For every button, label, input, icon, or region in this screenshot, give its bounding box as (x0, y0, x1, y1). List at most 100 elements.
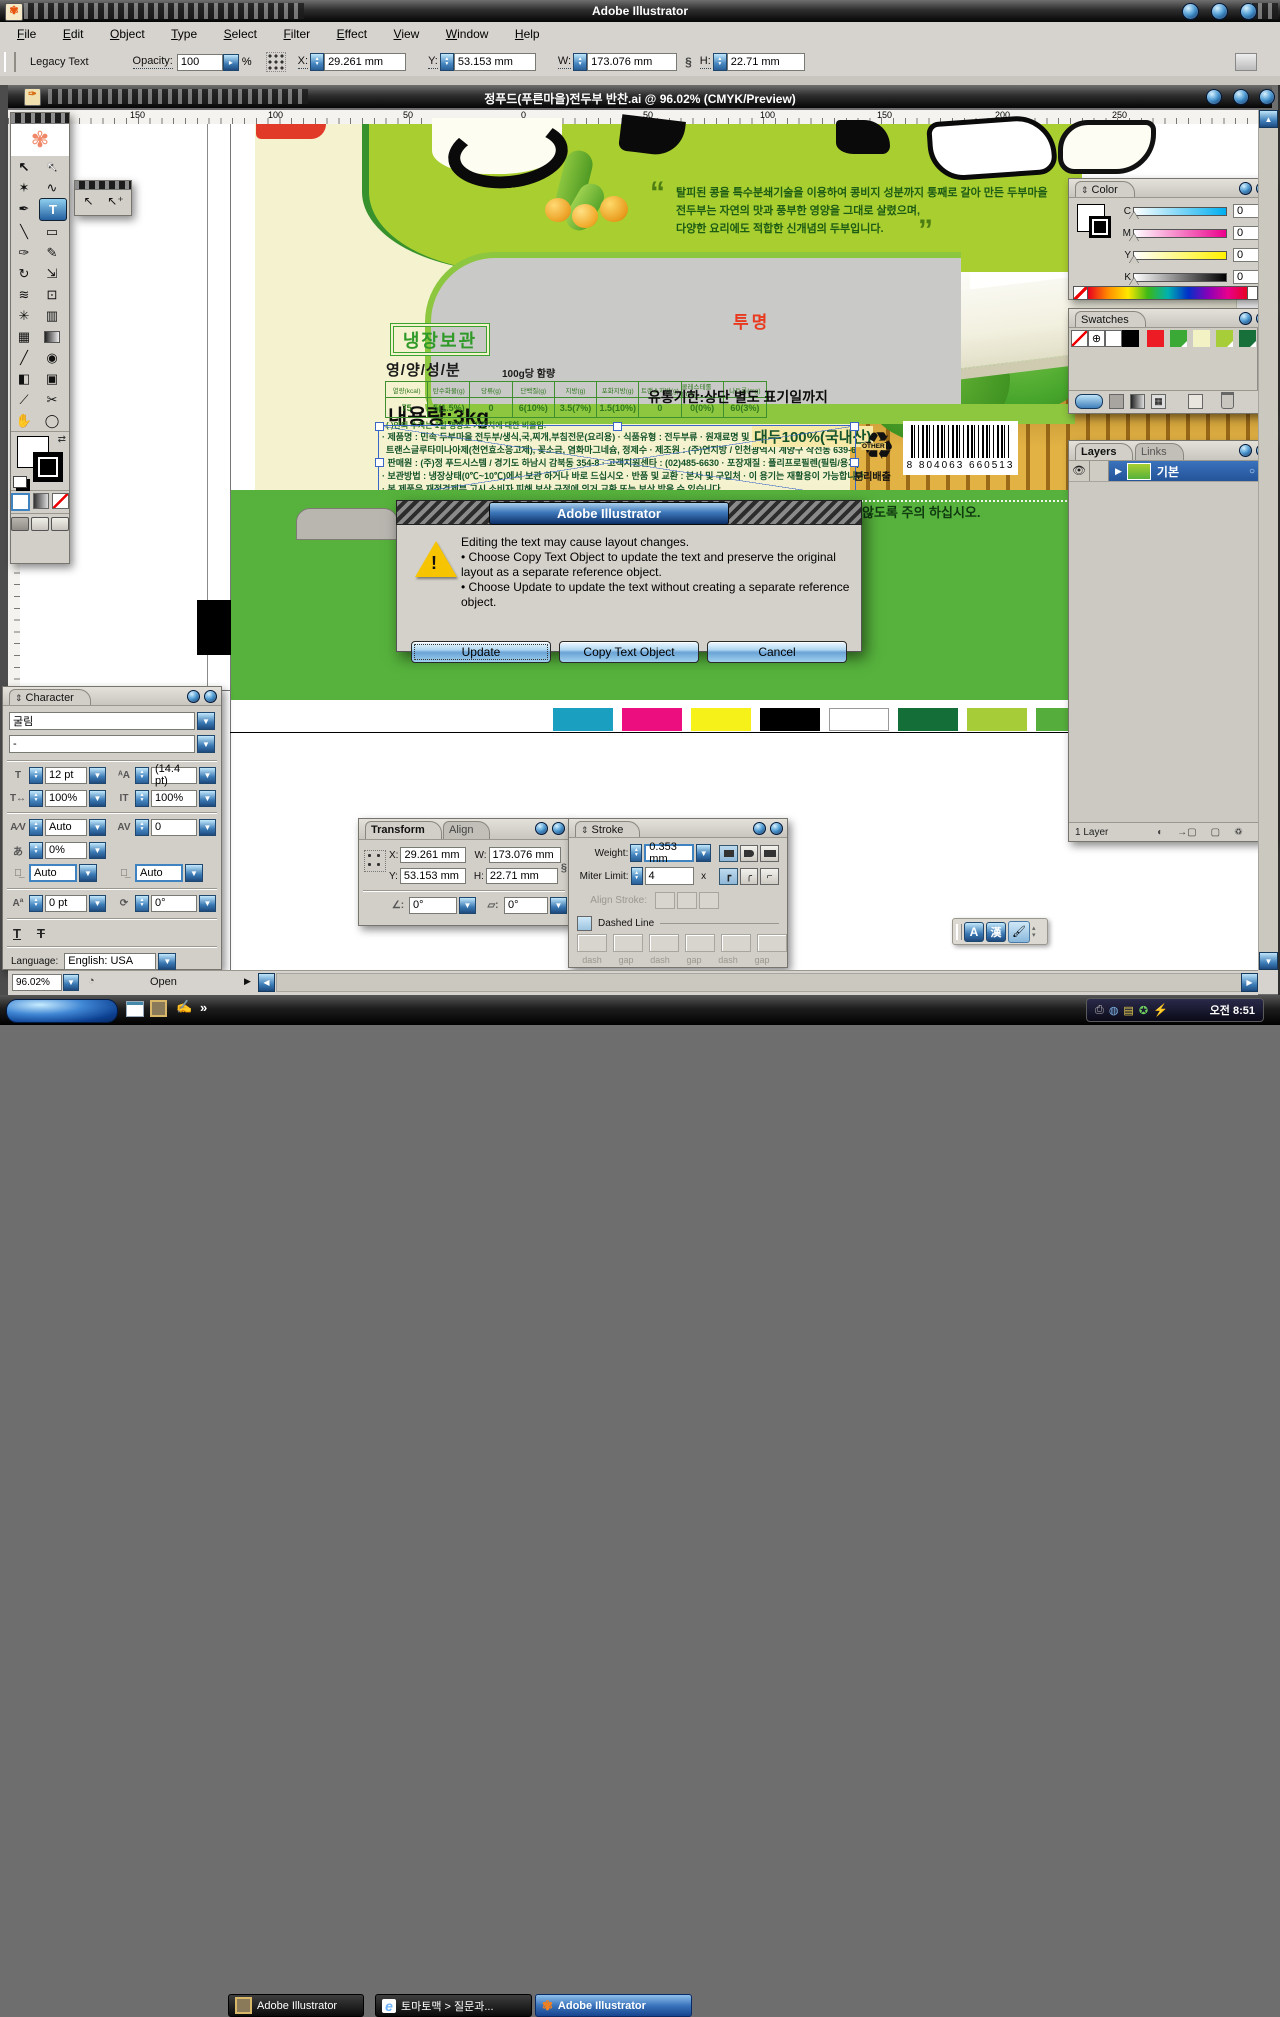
tray-power-icon[interactable]: ⚡ (1153, 1003, 1168, 1017)
rotate-angle-input[interactable]: 0° (409, 897, 457, 914)
menu-type[interactable]: Type (160, 22, 208, 46)
rotate-angle-dropdown[interactable]: ▼ (459, 897, 476, 914)
panel-collapse-button[interactable] (187, 690, 200, 703)
layers-list-empty-area[interactable] (1069, 481, 1273, 822)
panel-collapse-button[interactable] (1239, 444, 1252, 457)
reference-point-icon[interactable] (266, 52, 286, 72)
panel-collapse-button[interactable] (535, 822, 548, 835)
kerning-input[interactable]: Auto (45, 819, 87, 836)
screen-mode-full-menus-button[interactable] (31, 517, 49, 531)
start-button[interactable] (6, 999, 118, 1023)
links-tab[interactable]: Links (1135, 443, 1184, 460)
tray-status-icon[interactable]: ✪ (1139, 1004, 1148, 1017)
dashed-line-checkbox[interactable] (577, 916, 592, 931)
vertical-scale-spinner[interactable]: ▲▼ (135, 790, 149, 807)
layer-name[interactable]: 기본 (1157, 463, 1179, 480)
label-quote-line1[interactable]: 탈피된 콩을 특수분쇄기술을 이용하여 콩비지 성분까지 통째로 갈아 만든 두… (676, 184, 1048, 200)
miter-limit-spinner[interactable]: ▲▼ (631, 867, 643, 885)
type-tool[interactable]: T (39, 198, 67, 221)
gap-field[interactable] (757, 934, 787, 952)
delete-swatch-button[interactable] (1221, 394, 1234, 409)
magenta-value-input[interactable]: 0 (1233, 226, 1261, 240)
proportional-spacing-input[interactable]: 0% (45, 842, 87, 859)
swatch-red[interactable] (1147, 330, 1164, 347)
swatches-panel-tab[interactable]: Swatches (1075, 311, 1146, 327)
layer-thumbnail[interactable] (1127, 463, 1151, 480)
leading-dropdown[interactable]: ▼ (199, 767, 216, 784)
font-size-dropdown[interactable]: ▼ (89, 767, 106, 784)
storage-box[interactable]: 냉장보관 (390, 323, 490, 356)
task-button-browser[interactable]: e 토마토맥 > 질문과... (375, 1994, 532, 2017)
delete-layer-button[interactable]: ♽ (1234, 827, 1243, 838)
font-style-dropdown[interactable]: ▼ (197, 735, 215, 753)
color-bar-swatch[interactable] (829, 708, 889, 731)
pen-tool[interactable]: ✒ (11, 198, 37, 219)
swatch-black[interactable] (1122, 330, 1139, 347)
vscroll-down-arrow[interactable]: ▼ (1259, 952, 1278, 970)
baseline-shift-spinner[interactable]: ▲▼ (29, 895, 43, 912)
tearoff-grip[interactable] (75, 181, 131, 190)
color-bar-swatch[interactable] (967, 708, 1027, 731)
black-slider[interactable] (1133, 273, 1227, 282)
round-cap-button[interactable] (740, 845, 759, 862)
proportional-spacing-dropdown[interactable]: ▼ (89, 842, 106, 859)
task-button-illustrator-doc[interactable]: Adobe Illustrator (228, 1994, 364, 2017)
selection-handle[interactable] (613, 422, 622, 431)
butt-cap-button[interactable] (719, 845, 738, 862)
tray-update-icon[interactable]: ◍ (1109, 1004, 1119, 1017)
language-dropdown[interactable]: ▼ (158, 953, 176, 970)
transform-tab[interactable]: Transform (365, 821, 442, 839)
transform-y-input[interactable]: 53.153 mm (400, 868, 466, 884)
screen-mode-normal-button[interactable] (11, 517, 29, 531)
toolbox-grip[interactable] (11, 113, 69, 124)
zoom-dropdown[interactable]: ▼ (63, 974, 79, 991)
dialog-titlebar[interactable]: Adobe Illustrator (396, 500, 862, 525)
shear-angle-input[interactable]: 0° (504, 897, 548, 914)
quicklaunch-launcher-icon[interactable]: ✍ (176, 999, 192, 1015)
status-popup-arrow[interactable]: ▶ (244, 976, 251, 987)
slice-tool[interactable]: ⟋ (11, 389, 37, 410)
direct-selection-tool[interactable]: ↖ (39, 156, 65, 177)
swatch-green[interactable] (1170, 330, 1187, 347)
horizontal-scale-spinner[interactable]: ▲▼ (29, 790, 43, 807)
align-stroke-center-button[interactable] (655, 892, 675, 909)
horizontal-scrollbar-track[interactable] (276, 973, 1248, 992)
magenta-slider[interactable] (1133, 229, 1227, 238)
font-size-spinner[interactable]: ▲▼ (29, 767, 43, 784)
character-rotation-spinner[interactable]: ▲▼ (135, 895, 149, 912)
new-sublayer-button[interactable]: →▢ (1177, 827, 1196, 838)
font-size-input[interactable]: 12 pt (45, 767, 87, 784)
panel-close-button[interactable] (552, 822, 565, 835)
dash-field[interactable] (721, 934, 751, 952)
opacity-label[interactable]: Opacity: (133, 55, 173, 69)
none-mode-button[interactable] (52, 493, 69, 509)
group-selection-tool[interactable]: ↖⁺ (102, 190, 129, 212)
zoom-tool[interactable]: ◯ (39, 410, 65, 431)
black-value-input[interactable]: 0 (1233, 270, 1261, 284)
screen-mode-full-button[interactable] (51, 517, 69, 531)
baseline-shift-dropdown[interactable]: ▼ (89, 895, 106, 912)
vertical-scale-dropdown[interactable]: ▼ (199, 790, 216, 807)
horizontal-scale-input[interactable]: 100% (45, 790, 87, 807)
swatch-pale-yellow[interactable] (1193, 330, 1210, 347)
magic-wand-tool[interactable]: ✶ (11, 177, 37, 198)
expiry-text[interactable]: 유통기한:상단 별도 표기일까지 (648, 387, 828, 407)
label-quote-line2[interactable]: 전두부는 자연의 맛과 풍부한 영양을 그대로 살렸으며, (676, 202, 920, 218)
live-paint-selection-tool[interactable]: ▣ (39, 368, 65, 389)
color-bar-swatch[interactable] (553, 708, 613, 731)
menu-effect[interactable]: Effect (326, 22, 378, 46)
doc-minimize-button[interactable] (1206, 89, 1222, 105)
swatch-yellow-green[interactable] (1216, 330, 1233, 347)
doc-maximize-button[interactable] (1233, 89, 1249, 105)
tsume-right-dropdown[interactable]: ▼ (185, 864, 203, 882)
cancel-button[interactable]: Cancel (707, 641, 847, 663)
transform-h-input[interactable]: 22.71 mm (486, 868, 558, 884)
layers-tab[interactable]: Layers (1075, 443, 1133, 460)
transform-link-icon[interactable]: § (561, 862, 567, 874)
kerning-dropdown[interactable]: ▼ (89, 819, 106, 836)
constrain-link-icon[interactable]: § (685, 55, 692, 69)
color-bar-swatch[interactable] (691, 708, 751, 731)
x-spinner[interactable]: ▲▼ (310, 53, 324, 71)
leading-spinner[interactable]: ▲▼ (135, 767, 149, 784)
palette-well-icon[interactable] (1235, 53, 1257, 71)
